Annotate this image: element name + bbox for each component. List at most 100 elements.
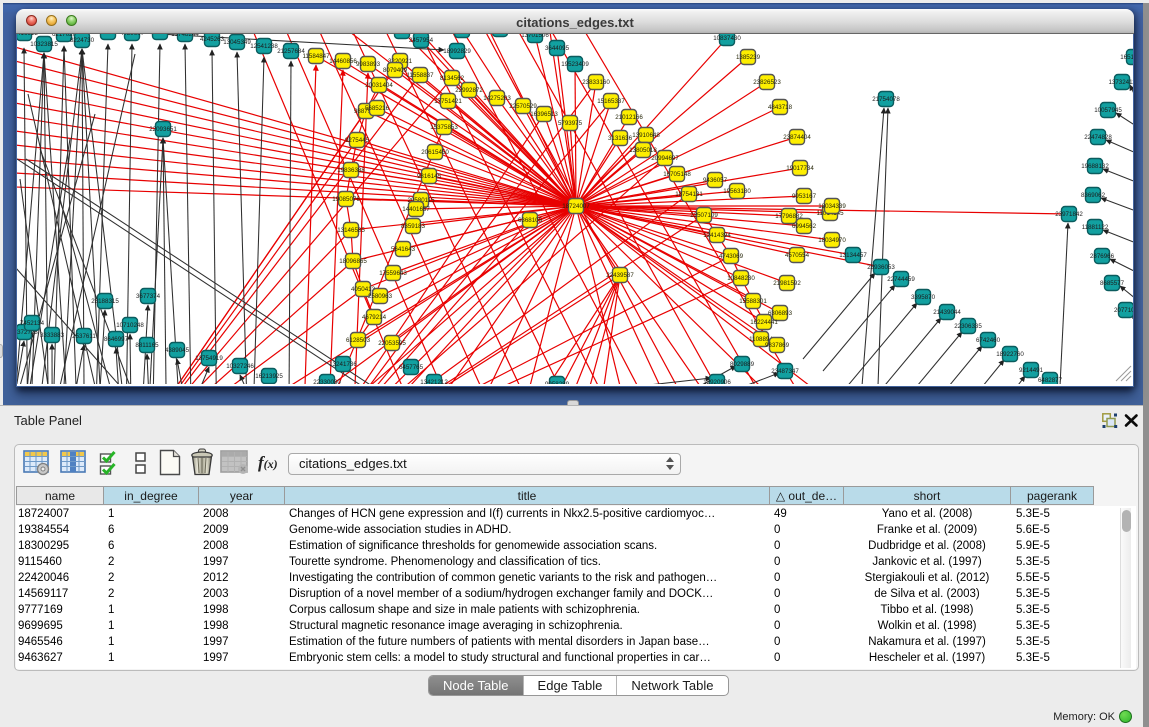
svg-text:13146585: 13146585 <box>337 227 365 234</box>
svg-text:23188315: 23188315 <box>91 298 119 305</box>
svg-text:9983893: 9983893 <box>356 61 381 68</box>
svg-text:21981592: 21981592 <box>773 280 801 287</box>
svg-text:21754078: 21754078 <box>872 96 900 103</box>
svg-text:17751421: 17751421 <box>434 98 462 105</box>
svg-text:9816145: 9816145 <box>417 173 442 180</box>
svg-text:19563180: 19563180 <box>723 188 751 195</box>
svg-text:22507109: 22507109 <box>690 212 718 219</box>
svg-text:4245263: 4245263 <box>200 36 225 43</box>
svg-text:15165337: 15165337 <box>597 98 625 105</box>
svg-text:19523409: 19523409 <box>561 61 589 68</box>
svg-text:10710248: 10710248 <box>116 322 144 329</box>
svg-text:2580963: 2580963 <box>368 293 393 300</box>
svg-text:3395870: 3395870 <box>911 294 936 301</box>
svg-text:15588301: 15588301 <box>739 298 767 305</box>
svg-text:10837430: 10837430 <box>713 35 741 42</box>
svg-text:18034339: 18034339 <box>818 203 846 210</box>
svg-text:6368105: 6368105 <box>518 217 543 224</box>
svg-text:4743069: 4743069 <box>719 253 744 260</box>
svg-text:6482877: 6482877 <box>1038 377 1063 384</box>
svg-text:20994697: 20994697 <box>651 155 679 162</box>
svg-text:13732411: 13732411 <box>1108 79 1133 86</box>
svg-text:22744459: 22744459 <box>887 276 915 283</box>
svg-text:12541238: 12541238 <box>250 43 278 50</box>
svg-text:6994562: 6994562 <box>792 223 817 230</box>
svg-text:8079409: 8079409 <box>383 67 408 74</box>
svg-text:9958289: 9958289 <box>545 381 570 384</box>
svg-text:21257684: 21257684 <box>277 48 305 55</box>
svg-text:3333883: 3333883 <box>40 332 65 339</box>
svg-text:13134457: 13134457 <box>839 252 867 259</box>
svg-text:4679214: 4679214 <box>362 314 387 321</box>
svg-text:10057945: 10057945 <box>1094 107 1122 114</box>
svg-text:8646997: 8646997 <box>104 336 129 343</box>
svg-text:3644095: 3644095 <box>545 45 570 52</box>
svg-text:18992829: 18992829 <box>443 48 471 55</box>
svg-text:6128503: 6128503 <box>346 337 371 344</box>
svg-text:17559643: 17559643 <box>379 270 407 277</box>
svg-text:15375853: 15375853 <box>430 124 458 131</box>
svg-text:14275203: 14275203 <box>483 95 511 102</box>
svg-text:13701506: 13701506 <box>521 34 549 39</box>
svg-text:23487347: 23487347 <box>771 368 799 375</box>
svg-text:6457765: 6457765 <box>399 364 424 371</box>
svg-text:9436057: 9436057 <box>703 177 728 184</box>
svg-text:16224441: 16224441 <box>750 319 778 326</box>
svg-text:13910648: 13910648 <box>632 132 660 139</box>
svg-text:10327246: 10327246 <box>226 363 254 370</box>
svg-text:22093651: 22093651 <box>149 126 177 133</box>
svg-text:12294238: 12294238 <box>94 34 122 36</box>
svg-text:19085076: 19085076 <box>332 196 360 203</box>
svg-text:23826523: 23826523 <box>753 79 781 86</box>
svg-text:14401657: 14401657 <box>402 206 430 213</box>
svg-text:13421212: 13421212 <box>420 379 448 384</box>
svg-text:22306335: 22306335 <box>954 323 982 330</box>
svg-text:19836388: 19836388 <box>337 167 365 174</box>
svg-text:8685577: 8685577 <box>1100 280 1125 287</box>
svg-text:4843718: 4843718 <box>768 104 793 111</box>
svg-text:12414394: 12414394 <box>703 232 731 239</box>
svg-text:4570554: 4570554 <box>785 252 810 259</box>
svg-text:22474828: 22474828 <box>1084 134 1112 141</box>
svg-text:12416912: 12416912 <box>17 34 38 37</box>
svg-text:9875847: 9875847 <box>390 34 415 35</box>
svg-text:19017734: 19017734 <box>786 165 814 172</box>
svg-text:22992872: 22992872 <box>455 87 483 94</box>
svg-text:8811165: 8811165 <box>135 342 159 349</box>
svg-text:11881122: 11881122 <box>1082 224 1109 231</box>
svg-text:22053595: 22053595 <box>378 340 406 347</box>
svg-text:4112034: 4112034 <box>148 34 172 36</box>
svg-text:23971842: 23971842 <box>1055 211 1083 218</box>
svg-text:13805018: 13805018 <box>629 147 657 154</box>
svg-text:18922760: 18922760 <box>996 351 1024 358</box>
svg-text:9214491: 9214491 <box>1019 367 1044 374</box>
svg-text:22439587: 22439587 <box>606 272 634 279</box>
svg-text:5641643: 5641643 <box>391 246 416 253</box>
svg-text:2077105: 2077105 <box>1114 307 1133 314</box>
svg-text:6742460: 6742460 <box>976 337 1001 344</box>
svg-text:16213925: 16213925 <box>255 373 283 380</box>
svg-text:8369062: 8369062 <box>1081 192 1106 199</box>
svg-text:21439044: 21439044 <box>933 309 961 316</box>
svg-text:13045349: 13045349 <box>223 39 251 46</box>
svg-text:16396513: 16396513 <box>530 111 558 118</box>
svg-text:21012166: 21012166 <box>615 114 643 121</box>
svg-text:20615450: 20615450 <box>421 149 449 156</box>
svg-text:22330030: 22330030 <box>313 379 341 384</box>
svg-text:18034970: 18034970 <box>818 237 846 244</box>
svg-text:1385239: 1385239 <box>736 54 761 61</box>
svg-text:23833160: 23833160 <box>582 79 610 86</box>
svg-text:10848230: 10848230 <box>727 275 755 282</box>
svg-text:18754131: 18754131 <box>675 191 703 198</box>
svg-text:23936053: 23936053 <box>867 264 895 271</box>
svg-text:2876966: 2876966 <box>1090 253 1115 260</box>
svg-text:9275445: 9275445 <box>345 137 370 144</box>
svg-text:10323815: 10323815 <box>30 41 58 48</box>
svg-text:13748244: 13748244 <box>171 34 199 38</box>
svg-text:11584847: 11584847 <box>302 53 330 60</box>
svg-text:14460856: 14460856 <box>329 58 357 65</box>
svg-text:16510878: 16510878 <box>1120 54 1133 61</box>
svg-text:23874404: 23874404 <box>783 134 811 141</box>
svg-text:8224730: 8224730 <box>70 37 95 44</box>
svg-text:9953167: 9953167 <box>792 193 817 200</box>
